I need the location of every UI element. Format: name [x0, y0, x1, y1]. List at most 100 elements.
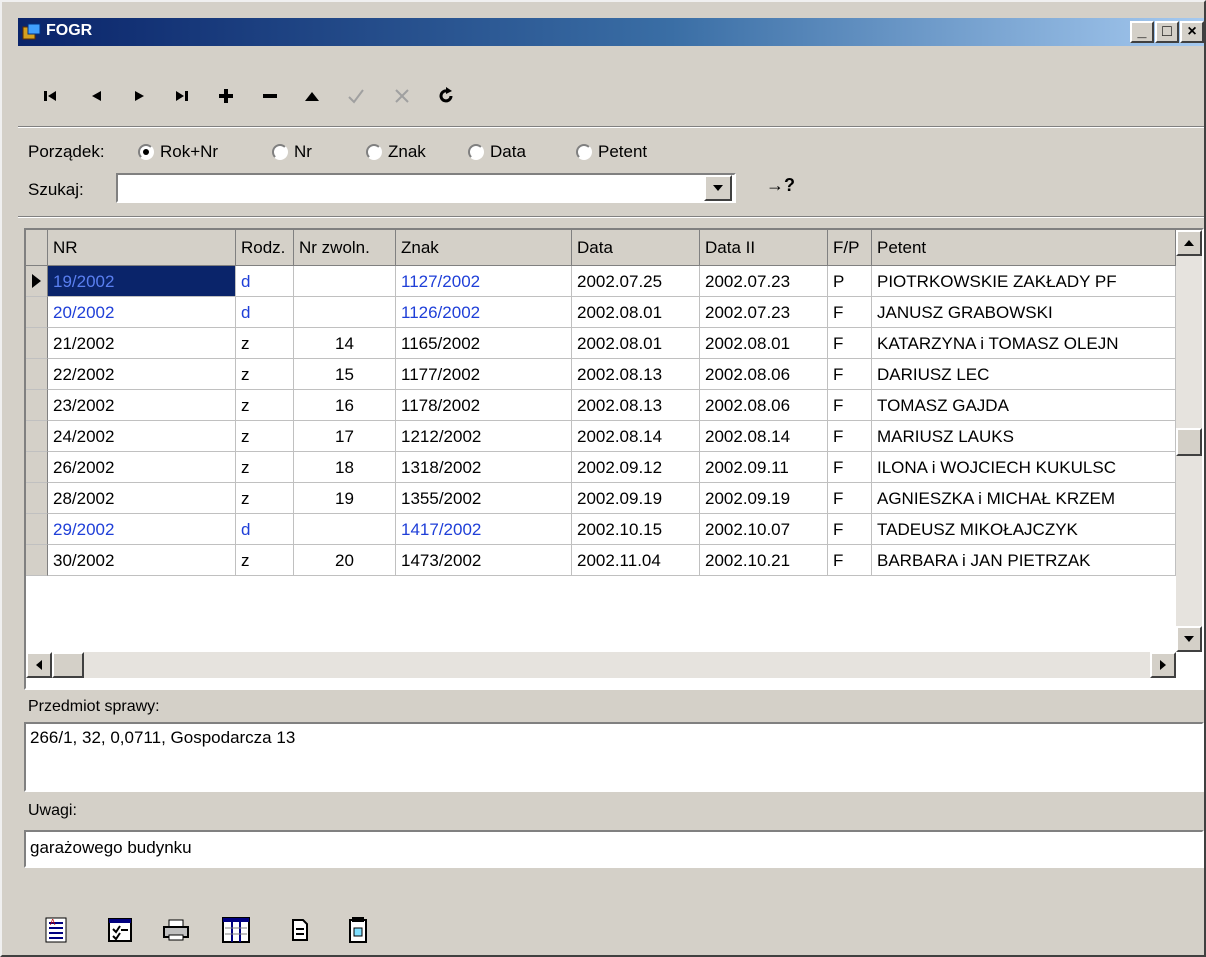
- cell-nr[interactable]: 23/2002: [48, 390, 236, 421]
- cell-petent[interactable]: ILONA i WOJCIECH KUKULSC: [872, 452, 1176, 483]
- cell-data[interactable]: 2002.08.01: [572, 297, 700, 328]
- cell-rodz[interactable]: z: [236, 452, 294, 483]
- row-indicator[interactable]: [26, 390, 48, 421]
- row-indicator[interactable]: [26, 421, 48, 452]
- cell-petent[interactable]: TOMASZ GAJDA: [872, 390, 1176, 421]
- table-row[interactable]: 19/2002 d 1127/2002 2002.07.25 2002.07.23 P PI…: [26, 266, 1176, 297]
- cell-nr[interactable]: 29/2002: [48, 514, 236, 545]
- cell-fp[interactable]: F: [828, 297, 872, 328]
- scroll-right-icon[interactable]: [1150, 652, 1176, 678]
- order-option-znak[interactable]: Znak: [366, 142, 426, 162]
- cell-nr[interactable]: 20/2002: [48, 297, 236, 328]
- cell-rodz[interactable]: d: [236, 297, 294, 328]
- hscroll-thumb[interactable]: [52, 652, 84, 678]
- cell-data-ii[interactable]: 2002.08.06: [700, 359, 828, 390]
- cell-fp[interactable]: F: [828, 483, 872, 514]
- first-record-icon[interactable]: [28, 78, 72, 114]
- cell-nr-zwoln[interactable]: [294, 514, 396, 545]
- cell-data[interactable]: 2002.09.12: [572, 452, 700, 483]
- row-indicator[interactable]: [26, 514, 48, 545]
- cell-nr-zwoln[interactable]: 19: [294, 483, 396, 514]
- cell-petent[interactable]: KATARZYNA i TOMASZ OLEJN: [872, 328, 1176, 359]
- print-icon[interactable]: [158, 912, 194, 948]
- cell-data-ii[interactable]: 2002.07.23: [700, 266, 828, 297]
- scroll-left-icon[interactable]: [26, 652, 52, 678]
- cell-petent[interactable]: PIOTRKOWSKIE ZAKŁADY PF: [872, 266, 1176, 297]
- cell-data[interactable]: 2002.11.04: [572, 545, 700, 576]
- order-option-nr[interactable]: Nr: [272, 142, 312, 162]
- cell-nr-zwoln[interactable]: 16: [294, 390, 396, 421]
- cell-znak[interactable]: 1177/2002: [396, 359, 572, 390]
- cell-data-ii[interactable]: 2002.10.21: [700, 545, 828, 576]
- cell-petent[interactable]: AGNIESZKA i MICHAŁ KRZEM: [872, 483, 1176, 514]
- cell-nr[interactable]: 19/2002: [48, 266, 236, 297]
- cell-petent[interactable]: JANUSZ GRABOWSKI: [872, 297, 1176, 328]
- refresh-icon[interactable]: [424, 78, 468, 114]
- cell-nr[interactable]: 30/2002: [48, 545, 236, 576]
- cell-znak[interactable]: 1355/2002: [396, 483, 572, 514]
- column-header-rodz[interactable]: Rodz.: [236, 230, 294, 266]
- cell-rodz[interactable]: z: [236, 483, 294, 514]
- scroll-down-icon[interactable]: [1176, 626, 1202, 652]
- table-row[interactable]: 26/2002 z 18 1318/2002 2002.09.12 2002.09.11 F…: [26, 452, 1176, 483]
- post-record-icon[interactable]: [334, 78, 378, 114]
- cell-fp[interactable]: F: [828, 359, 872, 390]
- cell-znak[interactable]: 1212/2002: [396, 421, 572, 452]
- order-option-petent[interactable]: Petent: [576, 142, 647, 162]
- cell-znak[interactable]: 1318/2002: [396, 452, 572, 483]
- cell-nr[interactable]: 26/2002: [48, 452, 236, 483]
- search-combobox[interactable]: [116, 173, 736, 203]
- cell-rodz[interactable]: z: [236, 545, 294, 576]
- row-indicator[interactable]: [26, 545, 48, 576]
- column-header-nr-zwoln[interactable]: Nr zwoln.: [294, 230, 396, 266]
- table-row[interactable]: 30/2002 z 20 1473/2002 2002.11.04 2002.10.21 F…: [26, 545, 1176, 576]
- next-record-icon[interactable]: [118, 78, 162, 114]
- row-indicator[interactable]: [26, 483, 48, 514]
- cell-znak[interactable]: 1165/2002: [396, 328, 572, 359]
- delete-record-icon[interactable]: [248, 78, 292, 114]
- column-header-data-ii[interactable]: Data II: [700, 230, 828, 266]
- cell-rodz[interactable]: d: [236, 514, 294, 545]
- vertical-scrollbar[interactable]: [1176, 230, 1202, 652]
- table-row[interactable]: 20/2002 d 1126/2002 2002.08.01 2002.07.23 F JA…: [26, 297, 1176, 328]
- cell-nr[interactable]: 24/2002: [48, 421, 236, 452]
- title-bar[interactable]: FOGR _ □ ×: [18, 18, 1204, 46]
- cell-fp[interactable]: F: [828, 421, 872, 452]
- maximize-button[interactable]: □: [1155, 21, 1179, 43]
- row-indicator[interactable]: [26, 328, 48, 359]
- cell-nr[interactable]: 28/2002: [48, 483, 236, 514]
- scroll-thumb[interactable]: [1176, 428, 1202, 456]
- cell-rodz[interactable]: z: [236, 390, 294, 421]
- cell-nr[interactable]: 22/2002: [48, 359, 236, 390]
- cell-znak[interactable]: 1127/2002: [396, 266, 572, 297]
- cell-data-ii[interactable]: 2002.09.11: [700, 452, 828, 483]
- cell-data-ii[interactable]: 2002.07.23: [700, 297, 828, 328]
- cancel-record-icon[interactable]: [380, 78, 424, 114]
- report-icon[interactable]: A: [38, 912, 74, 948]
- notepad-icon[interactable]: [340, 912, 376, 948]
- cell-data-ii[interactable]: 2002.09.19: [700, 483, 828, 514]
- cell-data[interactable]: 2002.08.14: [572, 421, 700, 452]
- table-row[interactable]: 21/2002 z 14 1165/2002 2002.08.01 2002.08.01 F…: [26, 328, 1176, 359]
- cell-znak[interactable]: 1178/2002: [396, 390, 572, 421]
- search-go-button[interactable]: →?: [766, 175, 795, 196]
- column-header-petent[interactable]: Petent: [872, 230, 1176, 266]
- table-row[interactable]: 24/2002 z 17 1212/2002 2002.08.14 2002.08.14 F…: [26, 421, 1176, 452]
- cell-fp[interactable]: F: [828, 390, 872, 421]
- cell-rodz[interactable]: z: [236, 359, 294, 390]
- records-grid[interactable]: NR Rodz. Nr zwoln. Znak Data Data II F/P…: [24, 228, 1204, 690]
- notes-field[interactable]: garażowego budynku: [24, 830, 1204, 868]
- horizontal-scrollbar[interactable]: [26, 652, 1176, 678]
- cell-data[interactable]: 2002.07.25: [572, 266, 700, 297]
- minimize-button[interactable]: _: [1130, 21, 1154, 43]
- cell-nr-zwoln[interactable]: 18: [294, 452, 396, 483]
- cell-znak[interactable]: 1126/2002: [396, 297, 572, 328]
- order-option-data[interactable]: Data: [468, 142, 526, 162]
- column-header-nr[interactable]: NR: [48, 230, 236, 266]
- cell-fp[interactable]: F: [828, 545, 872, 576]
- cell-data-ii[interactable]: 2002.08.14: [700, 421, 828, 452]
- subject-memo[interactable]: 266/1, 32, 0,0711, Gospodarcza 13: [24, 722, 1204, 792]
- cell-rodz[interactable]: z: [236, 328, 294, 359]
- row-indicator[interactable]: [26, 452, 48, 483]
- cell-nr-zwoln[interactable]: 15: [294, 359, 396, 390]
